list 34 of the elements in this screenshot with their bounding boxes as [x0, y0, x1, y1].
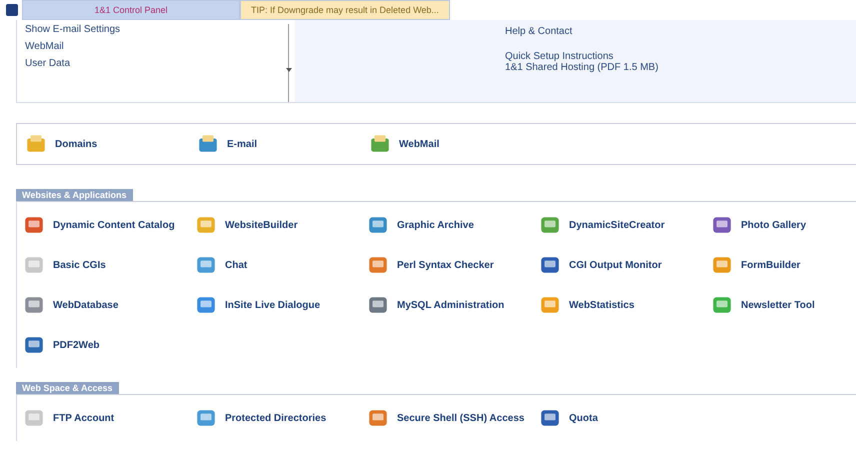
tab[interactable]: 1&1 Control Panel: [22, 0, 240, 20]
tool-link[interactable]: DynamicSiteCreator: [569, 220, 665, 230]
tool-link[interactable]: Chat: [225, 260, 248, 270]
tool-link[interactable]: Photo Gallery: [741, 220, 806, 230]
tool-link[interactable]: FTP Account: [53, 412, 114, 424]
tool-link[interactable]: Protected Directories: [225, 412, 326, 424]
tool-link[interactable]: Dynamic Content Catalog: [53, 220, 175, 230]
tool-link[interactable]: Newsletter Tool: [741, 300, 815, 310]
tool-link[interactable]: E-mail: [227, 138, 258, 150]
tool-link[interactable]: WebMail: [399, 138, 440, 150]
tool-link[interactable]: Perl Syntax Checker: [397, 260, 494, 270]
help-link[interactable]: 1&1 Shared Hosting (PDF 1.5 MB): [505, 62, 658, 73]
help-link[interactable]: Help & Contact: [505, 26, 658, 37]
tool-link[interactable]: Quota: [569, 412, 598, 424]
tool-link[interactable]: FormBuilder: [741, 260, 800, 270]
quick-link[interactable]: WebMail: [25, 41, 280, 52]
tool-link[interactable]: CGI Output Monitor: [569, 260, 662, 270]
tool-link[interactable]: Basic CGIs: [53, 260, 106, 270]
app-logo-icon: [6, 4, 18, 16]
section-title: Websites & Applications: [16, 189, 133, 201]
tab[interactable]: TIP: If Downgrade may result in Deleted Web...: [240, 0, 450, 20]
tool-link[interactable]: WebStatistics: [569, 300, 634, 310]
tool-link[interactable]: Domains: [55, 138, 98, 150]
tool-link[interactable]: MySQL Administration: [397, 300, 504, 310]
help-link[interactable]: Quick Setup Instructions: [505, 51, 658, 62]
section-title: Web Space & Access: [16, 382, 119, 394]
tool-link[interactable]: WebsiteBuilder: [225, 220, 298, 230]
tool-link[interactable]: InSite Live Dialogue: [225, 300, 320, 310]
quick-link[interactable]: User Data: [25, 58, 280, 69]
tool-link[interactable]: Graphic Archive: [397, 220, 474, 230]
tool-link[interactable]: WebDatabase: [53, 300, 118, 310]
tool-link[interactable]: PDF2Web: [53, 340, 100, 350]
quick-link[interactable]: Show E-mail Settings: [25, 24, 280, 35]
tool-link[interactable]: Secure Shell (SSH) Access: [397, 412, 524, 424]
